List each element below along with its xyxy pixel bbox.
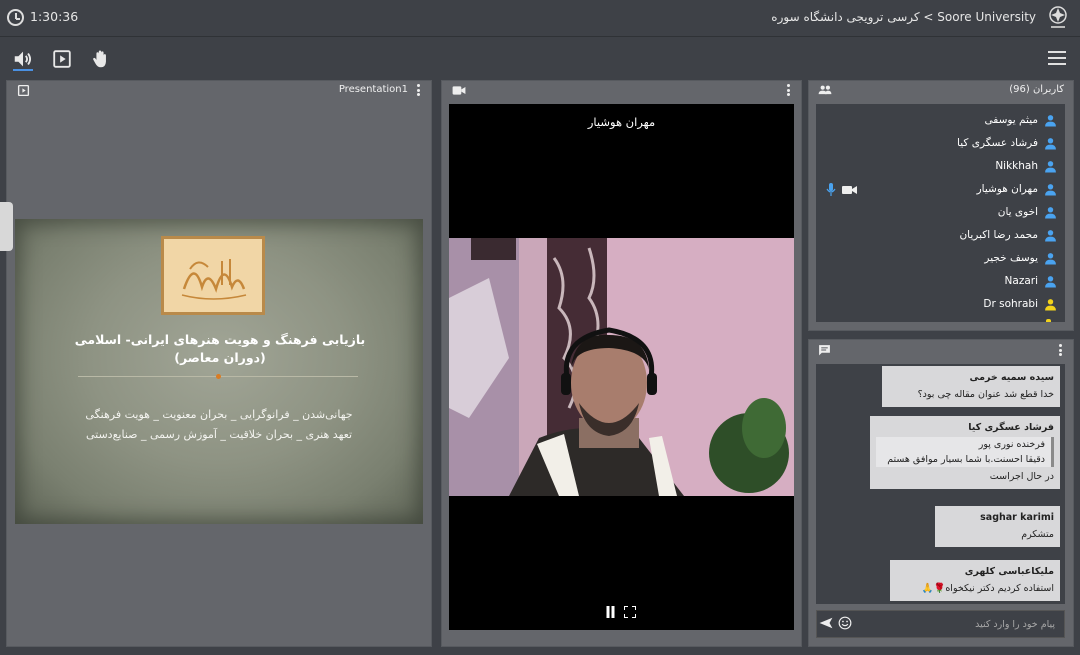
chat-message: saghar karimi متشکرم [935,506,1060,547]
mic-camera-status-icon [826,183,857,196]
user-icon [1045,275,1056,287]
users-icon [818,85,832,95]
toolbar [0,38,1080,78]
user-item[interactable]: اخوی یان [998,202,1057,222]
users-panel-title: کاربران (96) [1009,84,1064,95]
user-icon [1045,114,1056,126]
user-name: میثم یوسفی [984,114,1039,126]
user-item[interactable]: مهران هوشیار [977,179,1057,199]
presentation-slide: بازیابی فرهنگ و هویت هنرهای ایرانی- اسلا… [15,219,423,524]
chat-icon [819,345,830,356]
raise-hand-icon[interactable] [90,48,112,70]
user-icon [1045,206,1056,218]
slide-body-line: تعهد هنری _ بحران خلاقیت _ آموزش رسمی _ … [85,428,353,441]
more-options-icon[interactable] [417,84,420,96]
user-icon [1045,183,1056,195]
chat-quote-line: دقیقا احسنت.با شما بسیار موافق هستم [887,454,1045,465]
speaker-icon[interactable] [12,48,34,70]
slide-subtitle-line: (دوران معاصر) [174,350,266,365]
presentation-icon[interactable] [51,48,73,70]
chat-sender: saghar karimi [980,512,1054,523]
user-icon [1045,252,1056,264]
slide-body: جهانی‌شدن _ فرانوگرایی _ بحران معنویت _ … [35,405,403,445]
chat-input-placeholder: پیام خود را وارد کنید [975,619,1055,630]
slide-title: بازیابی فرهنگ و هویت هنرهای ایرانی- اسلا… [55,331,385,367]
more-options-icon[interactable] [787,84,790,96]
chat-message-text: استفاده کردیم دکتر نیکخواه🌹🙏 [921,583,1054,594]
emoji-icon[interactable] [838,616,852,630]
sidebar-toggle-handle[interactable] [0,202,13,251]
user-name: محمد رضا اکبریان [959,229,1038,241]
chat-quote-line: فرخنده نوری پور [978,439,1045,450]
slide-body-line: جهانی‌شدن _ فرانوگرایی _ بحران معنویت _ … [85,408,353,421]
user-name: فرشاد عسگری کیا [957,137,1038,149]
chat-sender: ملیکاعباسی کلهری [964,566,1054,577]
slide-divider-dot [216,374,221,379]
users-list: میثم یوسفی فرشاد عسگری کیا Nikkhah مهران هو… [816,104,1065,322]
fullscreen-icon[interactable] [624,606,636,618]
presentation-icon [17,84,30,97]
chat-sender: سیده سمیه خرمی [969,372,1054,383]
chat-message: ملیکاعباسی کلهری استفاده کردیم دکتر نیکخو… [890,560,1060,601]
user-name: Nikkhah [995,160,1038,172]
chat-message-text: خدا قطع شد عنوان مقاله چی بود؟ [917,389,1054,400]
chat-messages: سیده سمیه خرمی خدا قطع شد عنوان مقاله چی … [816,364,1065,604]
presentation-title: Presentation1 [338,84,408,95]
chat-message: فرشاد عسگری کیا فرخنده نوری پور دقیقا احسن… [870,416,1060,489]
user-item[interactable]: Nazari [1005,271,1057,291]
more-options-icon[interactable] [1059,344,1062,356]
user-item[interactable]: یوسف خجیر [984,248,1057,268]
user-icon [1045,160,1056,172]
user-icon [1045,229,1056,241]
speaker-name: مهران هوشیار [587,115,656,129]
slide-title-line: بازیابی فرهنگ و هویت هنرهای ایرانی- اسلا… [74,332,366,347]
room-title: Soore University > کرسی ترویجی دانشگاه س… [771,10,1036,24]
clock-icon [7,9,24,26]
hamburger-menu-icon[interactable] [1048,51,1066,65]
calligraphy-image [161,236,265,315]
user-item[interactable]: فرشاد عسگری کیا [957,133,1057,153]
user-item[interactable]: محمد رضا اکبریان [959,225,1057,245]
user-icon [1045,137,1056,149]
user-name: Nazari [1004,275,1038,287]
chat-sender: فرشاد عسگری کیا [968,422,1054,433]
university-logo-icon [1049,6,1067,28]
camera-icon [452,86,466,95]
user-name: مهران هوشیار [976,183,1038,195]
user-icon [1046,319,1051,322]
session-timer: 1:30:36 [30,9,79,24]
chat-quote: فرخنده نوری پور دقیقا احسنت.با شما بسیار … [876,437,1054,467]
user-item[interactable]: Dr sohrabi [983,294,1057,314]
user-name: Dr sohrabi [983,298,1038,310]
webcam-feed [449,238,794,496]
user-name: یوسف خجیر [984,252,1038,264]
user-name: اخوی یان [997,206,1038,218]
active-indicator [13,69,33,71]
chat-message: سیده سمیه خرمی خدا قطع شد عنوان مقاله چی … [882,366,1060,407]
user-item[interactable]: Nikkhah [995,156,1057,176]
pause-icon[interactable] [605,606,616,618]
user-item[interactable]: میثم یوسفی [985,110,1058,130]
user-icon [1045,298,1056,310]
chat-message-text: متشکرم [1021,529,1054,540]
send-icon[interactable] [819,617,833,629]
chat-message-text: در حال اجراست [989,471,1054,482]
